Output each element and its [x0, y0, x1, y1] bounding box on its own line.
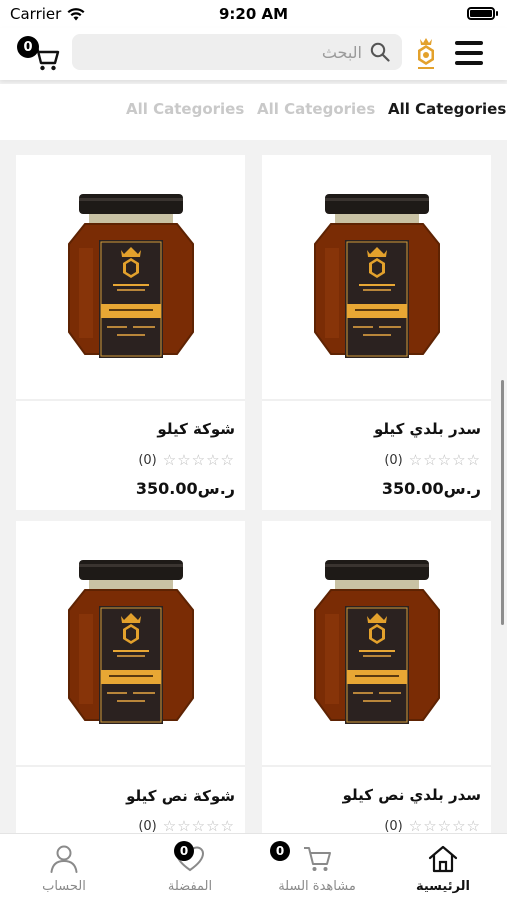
- search-icon: [370, 42, 390, 62]
- star-rating-icons: ☆☆☆☆☆: [408, 451, 481, 469]
- nav-favorites[interactable]: 0 المفضلة: [158, 841, 222, 896]
- scrollbar[interactable]: [501, 380, 504, 625]
- card-divider: [262, 765, 491, 767]
- category-tabs: All Categories All Categories All Catego…: [0, 84, 507, 140]
- menu-button[interactable]: [455, 41, 483, 65]
- product-price: ر.س350.00: [381, 479, 481, 498]
- menu-bar: [455, 61, 483, 65]
- card-divider: [16, 399, 245, 401]
- clock: 9:20 AM: [218, 5, 289, 23]
- product-card[interactable]: شوكة نص كيلو (0) ☆☆☆☆☆: [16, 521, 245, 833]
- tab-category-1[interactable]: All Categories: [126, 100, 244, 118]
- nav-account[interactable]: الحساب: [34, 844, 94, 896]
- product-name[interactable]: سدر بلدي كيلو: [374, 420, 481, 438]
- top-bar: 0 البحث: [0, 28, 507, 80]
- rating-count: (0): [138, 452, 157, 468]
- nav-cart-label: مشاهدة السلة: [278, 879, 356, 894]
- product-image[interactable]: [16, 155, 245, 399]
- search-placeholder: البحث: [321, 42, 362, 62]
- product-card[interactable]: شوكة كيلو (0) ☆☆☆☆☆ ر.س350.00: [16, 155, 245, 510]
- product-rating: (0) ☆☆☆☆☆: [384, 817, 481, 833]
- nav-favorites-label: المفضلة: [167, 879, 213, 894]
- rating-count: (0): [384, 818, 403, 834]
- product-card[interactable]: سدر بلدي كيلو (0) ☆☆☆☆☆ ر.س350.00: [262, 155, 491, 510]
- product-grid: سدر بلدي كيلو (0) ☆☆☆☆☆ ر.س350.00 شوكة ك…: [0, 140, 507, 833]
- cart-icon: [304, 847, 331, 871]
- brand-logo[interactable]: [412, 33, 440, 73]
- product-rating: (0) ☆☆☆☆☆: [138, 451, 235, 469]
- nav-favorites-count-badge: 0: [174, 841, 194, 861]
- header-cart-button[interactable]: 0: [14, 34, 62, 74]
- rating-count: (0): [384, 452, 403, 468]
- rating-count: (0): [138, 818, 157, 834]
- nav-home[interactable]: الرئيسية: [412, 844, 474, 896]
- product-rating: (0) ☆☆☆☆☆: [384, 451, 481, 469]
- product-name[interactable]: سدر بلدي نص كيلو: [343, 786, 481, 804]
- product-name[interactable]: شوكة كيلو: [157, 420, 235, 438]
- battery-icon: [467, 7, 498, 20]
- honey-jar-image: [67, 194, 194, 358]
- nav-cart-count-badge: 0: [270, 841, 290, 861]
- user-icon: [50, 845, 78, 873]
- tab-category-3[interactable]: All Categories: [388, 100, 506, 118]
- product-rating: (0) ☆☆☆☆☆: [138, 817, 235, 833]
- home-icon: [428, 845, 458, 873]
- product-image[interactable]: [262, 155, 491, 399]
- tab-category-2[interactable]: All Categories: [257, 100, 375, 118]
- star-rating-icons: ☆☆☆☆☆: [162, 451, 235, 469]
- honey-jar-image: [67, 560, 194, 724]
- cart-count-badge: 0: [17, 36, 39, 58]
- product-image[interactable]: [16, 521, 245, 765]
- star-rating-icons: ☆☆☆☆☆: [162, 817, 235, 833]
- menu-bar: [455, 41, 483, 45]
- menu-bar: [455, 51, 483, 55]
- status-bar: Carrier 9:20 AM: [0, 0, 507, 28]
- card-divider: [262, 399, 491, 401]
- product-image[interactable]: [262, 521, 491, 765]
- search-input[interactable]: البحث: [72, 34, 402, 70]
- nav-home-label: الرئيسية: [415, 879, 471, 894]
- bottom-nav: الرئيسية 0 مشاهدة السلة 0 المفضلة الحساب: [0, 833, 507, 900]
- honey-jar-image: [313, 194, 440, 358]
- card-divider: [16, 765, 245, 767]
- nav-account-label: الحساب: [42, 879, 86, 894]
- product-card[interactable]: سدر بلدي نص كيلو (0) ☆☆☆☆☆: [262, 521, 491, 833]
- product-price: ر.س350.00: [135, 479, 235, 498]
- star-rating-icons: ☆☆☆☆☆: [408, 817, 481, 833]
- nav-cart[interactable]: 0 مشاهدة السلة: [266, 841, 368, 896]
- honey-jar-image: [313, 560, 440, 724]
- product-name[interactable]: شوكة نص كيلو: [126, 787, 235, 805]
